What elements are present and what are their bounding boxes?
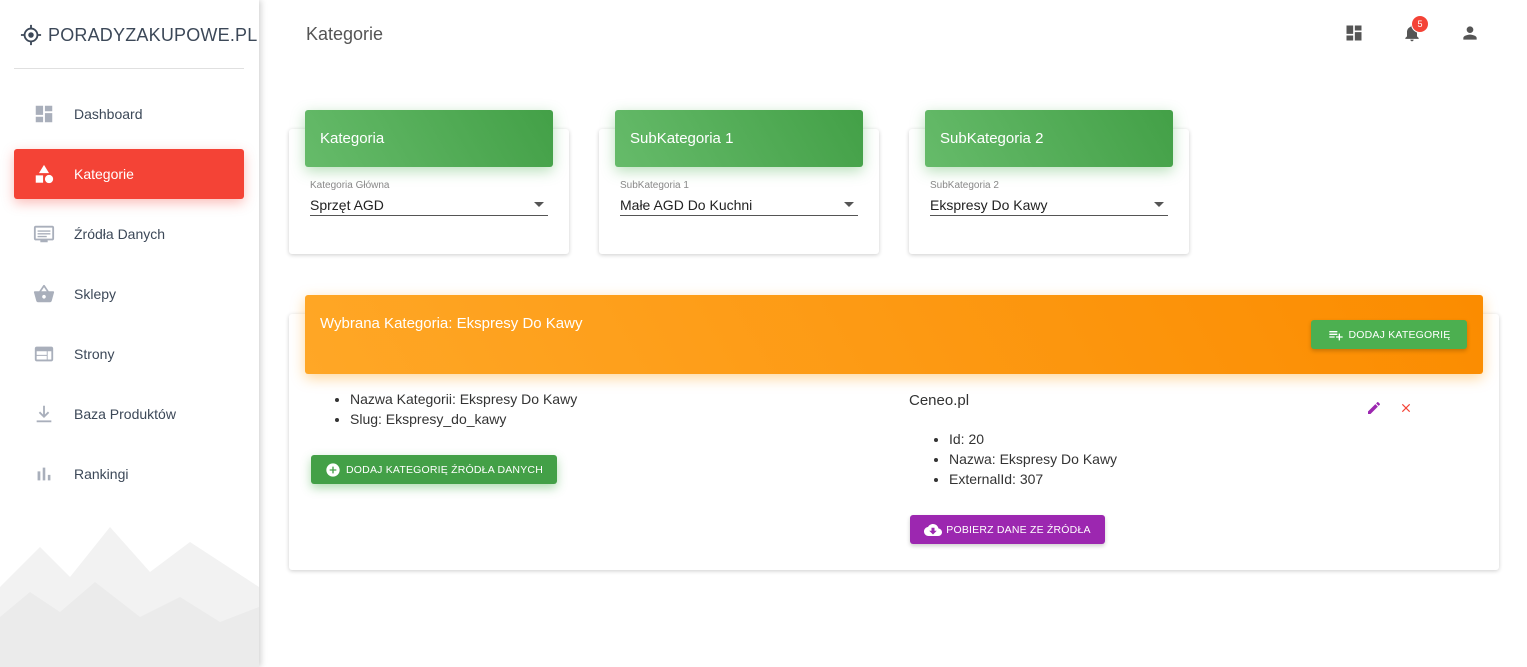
sidebar-item-label: Kategorie xyxy=(74,166,134,182)
close-icon[interactable] xyxy=(1397,399,1415,417)
sidebar-item-rankingi[interactable]: Rankingi xyxy=(14,449,244,499)
download-icon xyxy=(32,402,56,426)
select-box[interactable]: Sprzęt AGD xyxy=(310,194,548,216)
sidebar-item-label: Dashboard xyxy=(74,106,143,122)
sidebar-item-kategorie[interactable]: Kategorie xyxy=(14,149,244,199)
selected-category-title: Wybrana Kategoria: Ekspresy Do Kawy xyxy=(320,315,583,332)
cloud-download-icon xyxy=(924,521,943,539)
logo-text: PORADYZAKUPOWE.PL xyxy=(48,24,258,45)
chevron-down-icon xyxy=(844,202,854,207)
playlist-add-icon xyxy=(1328,327,1344,343)
web-icon xyxy=(32,342,56,366)
select-value: Małe AGD Do Kuchni xyxy=(620,196,753,213)
sidebar-item-label: Sklepy xyxy=(74,286,117,302)
source-details-list: Id: 20 Nazwa: Ekspresy Do Kawy ExternalI… xyxy=(929,429,1117,489)
subcategory1-card-header: SubKategoria 1 xyxy=(615,110,863,167)
sidebar-item-sklepy[interactable]: Sklepy xyxy=(14,269,244,319)
sidebar-item-label: Baza Produktów xyxy=(74,406,176,422)
basket-icon xyxy=(32,282,56,306)
select-value: Sprzęt AGD xyxy=(310,196,384,213)
list-item: Nazwa Kategorii: Ekspresy Do Kawy xyxy=(350,389,577,409)
data-sources-icon xyxy=(32,222,56,246)
select-box[interactable]: Ekspresy Do Kawy xyxy=(930,194,1168,216)
select-value: Ekspresy Do Kawy xyxy=(930,196,1048,213)
category-main-select[interactable]: Kategoria Główna Sprzęt AGD xyxy=(310,180,548,216)
sidebar: PORADYZAKUPOWE.PL Dashboard Kategorie Źr… xyxy=(0,0,259,667)
select-label: SubKategoria 1 xyxy=(620,180,689,191)
page-title: Kategorie xyxy=(306,24,384,44)
subcategory2-card-header: SubKategoria 2 xyxy=(925,110,1173,167)
category-card-header: Kategoria xyxy=(305,110,553,167)
sidebar-nav: Dashboard Kategorie Źródła Danych Sklepy… xyxy=(14,89,244,509)
edit-icon[interactable] xyxy=(1365,399,1383,417)
select-label: Kategoria Główna xyxy=(310,180,390,191)
sidebar-item-label: Źródła Danych xyxy=(74,226,166,242)
crosshair-icon xyxy=(20,24,42,46)
sidebar-item-dashboard[interactable]: Dashboard xyxy=(14,89,244,139)
fetch-source-data-button[interactable]: POBIERZ DANE ZE ŹRÓDŁA xyxy=(910,515,1105,544)
add-category-button[interactable]: DODAJ KATEGORIĘ xyxy=(1311,320,1467,349)
subcategory1-select[interactable]: SubKategoria 1 Małe AGD Do Kuchni xyxy=(620,180,858,216)
sidebar-item-strony[interactable]: Strony xyxy=(14,329,244,379)
notification-badge: 5 xyxy=(1411,15,1429,33)
fetch-source-data-label: POBIERZ DANE ZE ŹRÓDŁA xyxy=(946,523,1091,536)
list-item: ExternalId: 307 xyxy=(949,469,1117,489)
dashboard-icon[interactable] xyxy=(1343,22,1365,44)
sidebar-item-baza-produktow[interactable]: Baza Produktów xyxy=(14,389,244,439)
chevron-down-icon xyxy=(534,202,544,207)
select-label: SubKategoria 2 xyxy=(930,180,999,191)
subcategory2-select[interactable]: SubKategoria 2 Ekspresy Do Kawy xyxy=(930,180,1168,216)
add-source-category-label: DODAJ KATEGORIĘ ŹRÓDŁA DANYCH xyxy=(346,463,543,476)
logo-divider xyxy=(14,68,244,69)
chevron-down-icon xyxy=(1154,202,1164,207)
list-item: Id: 20 xyxy=(949,429,1117,449)
sidebar-item-label: Rankingi xyxy=(74,466,129,482)
selected-category-header: Wybrana Kategoria: Ekspresy Do Kawy DODA… xyxy=(305,295,1483,374)
source-name: Ceneo.pl xyxy=(909,392,970,409)
logo[interactable]: PORADYZAKUPOWE.PL xyxy=(20,22,257,48)
sidebar-item-label: Strony xyxy=(74,346,115,362)
bar-chart-icon xyxy=(32,462,56,486)
select-box[interactable]: Małe AGD Do Kuchni xyxy=(620,194,858,216)
add-circle-icon xyxy=(325,462,341,478)
add-category-label: DODAJ KATEGORIĘ xyxy=(1348,328,1451,341)
list-item: Nazwa: Ekspresy Do Kawy xyxy=(949,449,1117,469)
list-item: Slug: Ekspresy_do_kawy xyxy=(350,409,577,429)
category-details-list: Nazwa Kategorii: Ekspresy Do Kawy Slug: … xyxy=(330,389,577,429)
add-source-category-button[interactable]: DODAJ KATEGORIĘ ŹRÓDŁA DANYCH xyxy=(311,455,557,484)
sidebar-item-zrodla-danych[interactable]: Źródła Danych xyxy=(14,209,244,259)
dashboard-icon xyxy=(32,102,56,126)
person-icon[interactable] xyxy=(1459,22,1481,44)
category-icon xyxy=(32,162,56,186)
